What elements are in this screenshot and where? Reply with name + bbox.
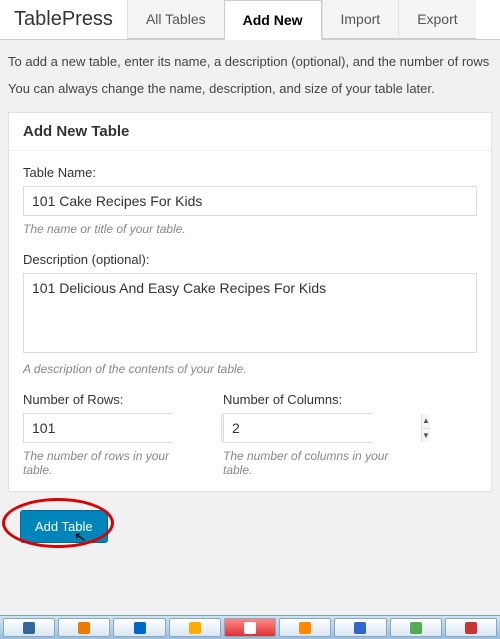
taskbar-item[interactable] [3,618,55,637]
taskbar-item[interactable] [334,618,386,637]
label-description: Description (optional): [23,252,477,267]
tab-export[interactable]: Export [398,0,475,39]
footer: Add Table ↖ [0,502,500,562]
input-table-name[interactable] [23,186,477,216]
taskbar-item[interactable] [224,618,276,637]
hint-rows: The number of rows in your table. [23,449,193,477]
field-description: Description (optional): 101 Delicious An… [23,252,477,376]
hint-columns: The number of columns in your table. [223,449,393,477]
brand-title: TablePress [0,0,127,39]
field-columns: Number of Columns: ▲ ▼ The number of col… [223,392,393,477]
taskbar-item[interactable] [113,618,165,637]
add-table-panel: Add New Table Table Name: The name or ti… [8,112,492,492]
input-columns-wrap: ▲ ▼ [223,413,373,443]
page-header: TablePress All Tables Add New Import Exp… [0,0,500,40]
hint-description: A description of the contents of your ta… [23,362,477,376]
tab-import[interactable]: Import [322,0,399,39]
taskbar [0,615,500,639]
cols-step-down-icon[interactable]: ▼ [422,429,430,443]
intro-line-1: To add a new table, enter its name, a de… [8,54,492,69]
tab-all-tables[interactable]: All Tables [127,0,224,39]
add-table-button[interactable]: Add Table [20,510,108,543]
panel-title: Add New Table [9,113,491,151]
input-description[interactable]: 101 Delicious And Easy Cake Recipes For … [23,273,477,353]
taskbar-item[interactable] [279,618,331,637]
tab-add-new[interactable]: Add New [224,0,322,40]
field-table-name: Table Name: The name or title of your ta… [23,165,477,236]
input-columns[interactable] [224,414,421,442]
input-rows-wrap: ▲ ▼ [23,413,173,443]
intro-text: To add a new table, enter its name, a de… [0,40,500,112]
taskbar-item[interactable] [390,618,442,637]
label-columns: Number of Columns: [223,392,393,407]
taskbar-item[interactable] [445,618,497,637]
field-rows: Number of Rows: ▲ ▼ The number of rows i… [23,392,193,477]
input-rows[interactable] [24,414,221,442]
label-table-name: Table Name: [23,165,477,180]
taskbar-item[interactable] [58,618,110,637]
panel-body: Table Name: The name or title of your ta… [9,151,491,491]
label-rows: Number of Rows: [23,392,193,407]
nav-tabs: All Tables Add New Import Export [127,0,476,39]
intro-line-2: You can always change the name, descript… [8,81,492,96]
spinner-columns: ▲ ▼ [421,414,430,442]
cols-step-up-icon[interactable]: ▲ [422,414,430,429]
hint-table-name: The name or title of your table. [23,222,477,236]
row-dimensions: Number of Rows: ▲ ▼ The number of rows i… [23,392,477,477]
taskbar-item[interactable] [169,618,221,637]
